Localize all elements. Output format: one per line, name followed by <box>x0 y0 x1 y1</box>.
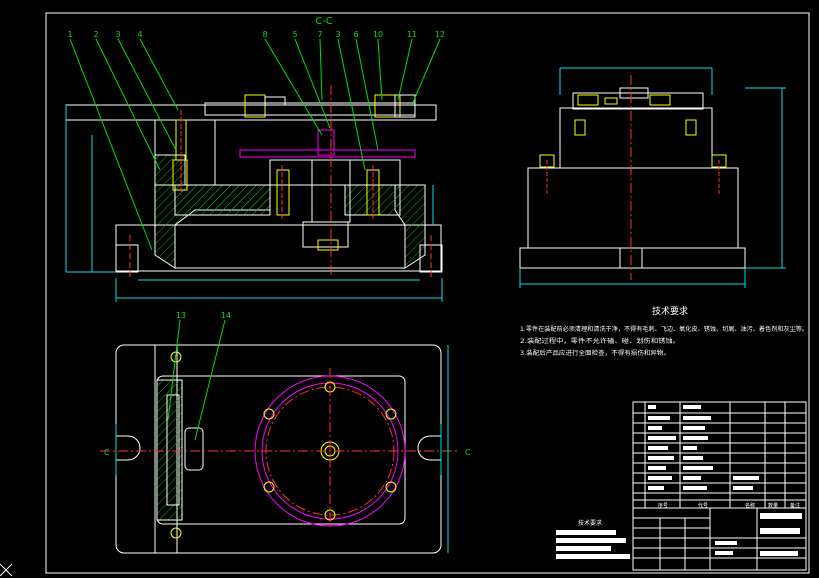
part-callouts-top <box>69 38 441 251</box>
tech-requirements-title: 技术要求 <box>652 305 688 317</box>
callout-5: 5 <box>292 30 297 39</box>
callout-3: 3 <box>115 30 120 39</box>
callout-6: 6 <box>353 30 358 39</box>
parts-list-table: 序号 代号 名称 数量 备注 <box>632 401 807 509</box>
callout-12: 12 <box>435 30 445 39</box>
tech-requirement-1: 1.零件在装配前必须清理和清洗干净，不得有毛刺、飞边、氧化皮、锈蚀、切屑、油污、… <box>520 325 808 333</box>
stamp-block: 技术要求 <box>556 519 630 559</box>
section-title: C-C <box>315 16 333 27</box>
callout-labels: 1 2 3 4 8 5 7 3 6 10 11 12 <box>67 30 445 39</box>
callout-11: 11 <box>407 30 417 39</box>
tech-requirements: 技术要求 1.零件在装配前必须清理和清洗干净，不得有毛刺、飞边、氧化皮、锈蚀、切… <box>520 305 808 357</box>
section-mark-right: C <box>465 448 471 457</box>
side-view <box>519 67 786 288</box>
callout-14: 14 <box>221 311 231 320</box>
section-mark-left: C <box>104 448 110 457</box>
callout-13: 13 <box>176 311 186 320</box>
plan-callouts: 13 14 <box>176 311 231 320</box>
front-section-view <box>65 85 443 302</box>
callout-2: 2 <box>93 30 98 39</box>
callout-8: 8 <box>262 30 267 39</box>
callout-7: 7 <box>317 30 322 39</box>
plan-view <box>100 319 460 554</box>
callout-4: 4 <box>137 30 142 39</box>
callout-3b: 3 <box>335 30 340 39</box>
callout-10: 10 <box>373 30 383 39</box>
tech-requirement-2: 2.装配过程中，零件不允许磕、碰、划伤和锈蚀。 <box>520 337 680 345</box>
stamp-label: 技术要求 <box>578 519 602 527</box>
callout-1: 1 <box>67 30 72 39</box>
cad-drawing-canvas[interactable]: C-C 1 2 3 4 8 5 7 3 6 10 11 12 13 14 C C… <box>0 0 819 578</box>
crosshair-cursor-icon <box>0 563 13 577</box>
tech-requirement-3: 3.装配后产品应进行全面检查，不得有损伤和异物。 <box>520 349 670 357</box>
title-block <box>632 507 807 571</box>
